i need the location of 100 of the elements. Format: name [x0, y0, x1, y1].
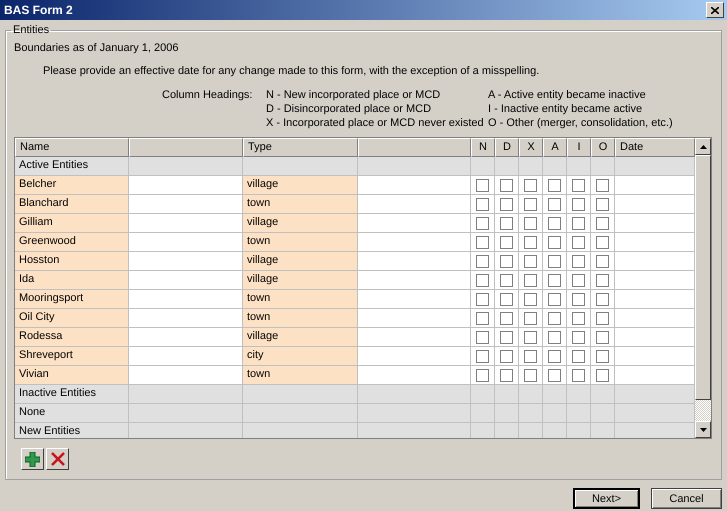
checkbox[interactable]	[572, 368, 585, 382]
checkbox[interactable]	[500, 216, 513, 230]
checkbox[interactable]	[572, 216, 585, 230]
table-cell: Greenwood	[15, 233, 129, 252]
table-cell: Belcher	[15, 176, 129, 195]
add-button[interactable]	[21, 448, 44, 470]
checkbox[interactable]	[572, 178, 585, 192]
checkbox[interactable]	[524, 312, 537, 324]
checkbox[interactable]	[524, 178, 537, 192]
checkbox[interactable]	[596, 312, 609, 324]
column-header[interactable]: Type	[243, 138, 358, 157]
checkbox[interactable]	[524, 292, 537, 306]
checkbox[interactable]	[476, 216, 489, 230]
checkbox[interactable]	[500, 330, 513, 344]
checkbox[interactable]	[476, 254, 489, 268]
column-header[interactable]	[358, 138, 471, 157]
checkbox[interactable]	[476, 350, 489, 362]
legend-label: Column Headings:	[162, 88, 254, 102]
table-cell: village	[243, 328, 358, 347]
checkbox[interactable]	[476, 274, 489, 286]
checkbox[interactable]	[572, 236, 585, 248]
checkbox[interactable]	[548, 292, 561, 306]
table-cell: Mooringsport	[15, 290, 129, 309]
column-header[interactable]: O	[591, 138, 615, 157]
checkbox[interactable]	[572, 292, 585, 306]
column-header[interactable]: D	[495, 138, 519, 157]
checkbox[interactable]	[500, 350, 513, 362]
checkbox[interactable]	[548, 198, 561, 210]
checkbox[interactable]	[572, 254, 585, 268]
checkbox[interactable]	[572, 274, 585, 286]
checkbox[interactable]	[500, 368, 513, 382]
checkbox[interactable]	[524, 368, 537, 382]
column-header[interactable]: I	[567, 138, 591, 157]
checkbox[interactable]	[500, 198, 513, 210]
checkbox[interactable]	[596, 274, 609, 286]
checkbox[interactable]	[548, 312, 561, 324]
checkbox[interactable]	[572, 350, 585, 362]
checkbox[interactable]	[596, 292, 609, 306]
cancel-button[interactable]: Cancel	[651, 488, 722, 509]
checkbox[interactable]	[596, 198, 609, 210]
checkbox[interactable]	[548, 350, 561, 362]
column-header[interactable]: Name	[15, 138, 129, 157]
checkbox[interactable]	[524, 254, 537, 268]
checkbox[interactable]	[548, 368, 561, 382]
checkbox[interactable]	[500, 236, 513, 248]
scrollbar[interactable]	[695, 138, 711, 438]
checkbox[interactable]	[476, 198, 489, 210]
checkbox[interactable]	[596, 330, 609, 344]
checkbox[interactable]	[524, 236, 537, 248]
table-cell: town	[243, 195, 358, 214]
checkbox[interactable]	[548, 330, 561, 344]
column-header[interactable]: X	[519, 138, 543, 157]
checkbox[interactable]	[548, 254, 561, 268]
checkbox[interactable]	[476, 178, 489, 192]
checkbox[interactable]	[476, 236, 489, 248]
checkbox[interactable]	[476, 312, 489, 324]
boundaries-text: Boundaries as of January 1, 2006	[14, 42, 180, 54]
legend-entry: O - Other (merger, consolidation, etc.)	[488, 116, 674, 130]
checkbox[interactable]	[500, 312, 513, 324]
checkbox[interactable]	[596, 350, 609, 362]
checkbox[interactable]	[500, 178, 513, 192]
checkbox[interactable]	[572, 312, 585, 324]
checkbox[interactable]	[572, 330, 585, 344]
checkbox[interactable]	[524, 198, 537, 210]
table-cell: Vivian	[15, 366, 129, 385]
table-cell: Shreveport	[15, 347, 129, 366]
delete-button[interactable]	[46, 448, 69, 470]
checkbox[interactable]	[476, 292, 489, 306]
checkbox[interactable]	[476, 330, 489, 344]
checkbox[interactable]	[572, 198, 585, 210]
legend-entry: N - New incorporated place or MCD	[266, 88, 442, 102]
checkbox[interactable]	[596, 178, 609, 192]
checkbox[interactable]	[548, 178, 561, 192]
checkbox[interactable]	[548, 216, 561, 230]
x-icon	[50, 452, 64, 466]
table-cell: village	[243, 252, 358, 271]
checkbox[interactable]	[524, 216, 537, 230]
scroll-thumb[interactable]	[695, 155, 711, 400]
next-button[interactable]: Next>	[573, 488, 640, 509]
checkbox[interactable]	[524, 350, 537, 362]
checkbox[interactable]	[500, 254, 513, 268]
column-header[interactable]: Date	[615, 138, 695, 157]
checkbox[interactable]	[476, 368, 489, 382]
table-cell: town	[243, 309, 358, 328]
column-header[interactable]: N	[471, 138, 495, 157]
checkbox[interactable]	[548, 236, 561, 248]
checkbox[interactable]	[524, 274, 537, 286]
checkbox[interactable]	[548, 274, 561, 286]
column-header[interactable]	[129, 138, 243, 157]
column-header[interactable]: A	[543, 138, 567, 157]
checkbox[interactable]	[524, 330, 537, 344]
table-cell: village	[243, 271, 358, 290]
checkbox[interactable]	[596, 216, 609, 230]
close-button[interactable]	[706, 2, 724, 18]
window-title: BAS Form 2	[4, 3, 73, 17]
checkbox[interactable]	[596, 254, 609, 268]
checkbox[interactable]	[596, 368, 609, 382]
checkbox[interactable]	[596, 236, 609, 248]
checkbox[interactable]	[500, 292, 513, 306]
checkbox[interactable]	[500, 274, 513, 286]
